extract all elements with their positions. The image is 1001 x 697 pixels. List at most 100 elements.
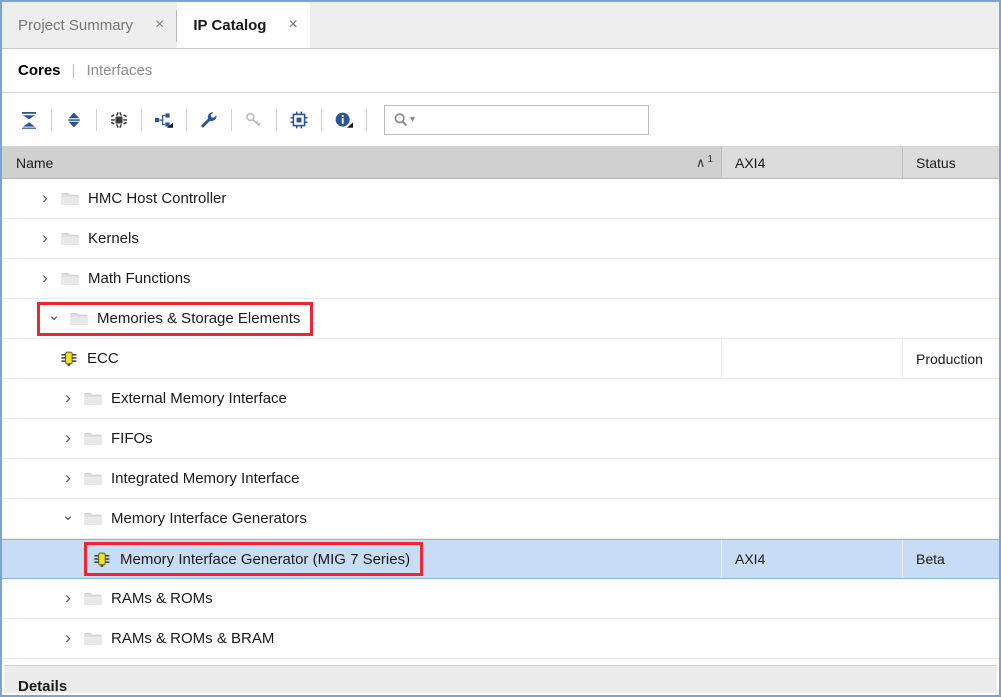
folder-icon — [61, 193, 79, 205]
folder-icon — [70, 313, 88, 325]
table-row[interactable]: › RAMs & ROMs & BRAM — [2, 619, 999, 659]
folder-icon — [84, 433, 102, 445]
chevron-down-icon[interactable]: ⌄ — [46, 308, 62, 323]
tree-node-label: Memory Interface Generators — [111, 510, 307, 527]
chevron-right-icon[interactable]: › — [60, 629, 76, 646]
chip-icon[interactable] — [284, 105, 314, 135]
details-label: Details — [18, 678, 68, 693]
close-icon[interactable]: × — [288, 17, 297, 33]
cell-status — [902, 499, 999, 538]
subtab-cores[interactable]: Cores — [18, 62, 61, 79]
tree-node-label: ECC — [87, 350, 119, 367]
wrench-icon[interactable] — [194, 105, 224, 135]
tree-node-label: Memories & Storage Elements — [97, 310, 301, 327]
tree-node-integrated-memory-interface[interactable]: › Integrated Memory Interface — [2, 459, 721, 498]
cell-axi4 — [721, 499, 902, 538]
sort-indicator[interactable]: ∧ 1 — [695, 154, 713, 170]
tree-node-rams-roms[interactable]: › RAMs & ROMs — [2, 579, 721, 618]
tree-node-label: Math Functions — [88, 270, 191, 287]
table-row[interactable]: ⌄ Memories & Storage Elements — [2, 299, 999, 339]
table-row[interactable]: › Math Functions — [2, 259, 999, 299]
folder-icon — [84, 631, 102, 646]
key-icon[interactable] — [239, 105, 269, 135]
table-row[interactable]: › Integrated Memory Interface — [2, 459, 999, 499]
tree-node-memory-interface-generator-mig-7-series[interactable]: ›Memory Interface Generator (MIG 7 Serie… — [2, 540, 721, 578]
expand-all-icon[interactable] — [59, 105, 89, 135]
info-icon[interactable] — [329, 105, 359, 135]
table-row[interactable]: ›ECC Production — [2, 339, 999, 379]
cell-status: Production — [902, 339, 999, 378]
chevron-right-icon[interactable]: › — [60, 389, 76, 406]
tree-node-rams-roms-bram[interactable]: › RAMs & ROMs & BRAM — [2, 619, 721, 658]
cell-axi4 — [721, 419, 902, 458]
cell-status — [902, 379, 999, 418]
chevron-right-icon[interactable]: › — [60, 589, 76, 606]
table-row[interactable]: › External Memory Interface — [2, 379, 999, 419]
tree-node-label: Integrated Memory Interface — [111, 470, 300, 487]
tree-node-label: RAMs & ROMs — [111, 590, 213, 607]
tree-node-label: FIFOs — [111, 430, 153, 447]
table-row[interactable]: › RAMs & ROMs — [2, 579, 999, 619]
tree-node-kernels[interactable]: › Kernels — [2, 219, 721, 258]
ip-core-icon — [94, 552, 110, 567]
cell-axi4 — [721, 379, 902, 418]
toolbar-separator — [276, 108, 277, 131]
column-header-axi4[interactable]: AXI4 — [721, 147, 902, 178]
toolbar-separator — [96, 108, 97, 131]
column-header-status-label: Status — [916, 154, 956, 171]
column-header-status[interactable]: Status — [902, 147, 999, 178]
cell-axi4 — [721, 219, 902, 258]
close-icon[interactable]: × — [155, 17, 164, 33]
ip-catalog-window: Project Summary × IP Catalog × Cores | I… — [0, 0, 1001, 697]
folder-icon — [84, 393, 102, 405]
search-dropdown-icon[interactable]: ▾ — [410, 114, 415, 125]
subtab-interfaces[interactable]: Interfaces — [86, 62, 152, 79]
tree-node-memory-interface-generators[interactable]: ⌄ Memory Interface Generators — [2, 499, 721, 538]
details-panel-bar: Details — [4, 665, 997, 693]
tree-node-fifos[interactable]: › FIFOs — [2, 419, 721, 458]
table-row[interactable]: › HMC Host Controller — [2, 179, 999, 219]
chevron-right-icon[interactable]: › — [60, 469, 76, 486]
tree-node-label: Kernels — [88, 230, 139, 247]
chevron-down-icon[interactable]: ⌄ — [60, 508, 76, 523]
chevron-right-icon[interactable]: › — [60, 429, 76, 446]
table-row[interactable]: ⌄ Memory Interface Generators — [2, 499, 999, 539]
tree-node-hmc-host-controller[interactable]: › HMC Host Controller — [2, 179, 721, 218]
column-header-name[interactable]: Name ∧ 1 — [2, 147, 721, 178]
tab-project-summary[interactable]: Project Summary × — [2, 2, 177, 48]
group-hierarchy-icon[interactable] — [149, 105, 179, 135]
cell-axi4: AXI4 — [721, 540, 902, 578]
tree-node-math-functions[interactable]: › Math Functions — [2, 259, 721, 298]
ip-core-icon — [61, 351, 77, 366]
search-input[interactable] — [419, 111, 648, 128]
tree-node-external-memory-interface[interactable]: › External Memory Interface — [2, 379, 721, 418]
chevron-right-icon[interactable]: › — [37, 229, 53, 246]
tree-node-label: External Memory Interface — [111, 390, 287, 407]
folder-icon — [61, 231, 79, 246]
catalog-toolbar: ▾ — [2, 93, 999, 147]
collapse-all-icon[interactable] — [14, 105, 44, 135]
tree-node-label: HMC Host Controller — [88, 190, 227, 207]
cell-status — [902, 179, 999, 218]
table-row[interactable]: › Kernels — [2, 219, 999, 259]
tree-node-content: › RAMs & ROMs & BRAM — [60, 629, 274, 647]
tree-node-memories-storage-elements[interactable]: ⌄ Memories & Storage Elements — [2, 299, 721, 338]
tab-ip-catalog[interactable]: IP Catalog × — [177, 2, 310, 48]
folder-icon — [84, 391, 102, 406]
tab-project-summary-label: Project Summary — [18, 16, 134, 34]
tree-node-content: › Integrated Memory Interface — [60, 469, 300, 487]
table-row[interactable]: › FIFOs — [2, 419, 999, 459]
tree-node-ecc[interactable]: ›ECC — [2, 339, 721, 378]
search-box[interactable]: ▾ — [384, 104, 649, 135]
cell-axi4 — [721, 579, 902, 618]
table-row[interactable]: ›Memory Interface Generator (MIG 7 Serie… — [2, 539, 999, 579]
chevron-right-icon[interactable]: › — [37, 269, 53, 286]
tab-strip: Project Summary × IP Catalog × — [2, 2, 999, 49]
cell-status — [902, 459, 999, 498]
cell-axi4 — [721, 339, 902, 378]
ip-settings-icon[interactable] — [104, 105, 134, 135]
table-header-row: Name ∧ 1 AXI4 Status — [2, 147, 999, 179]
folder-icon — [84, 511, 102, 526]
sort-caret-icon: ∧ — [695, 154, 706, 170]
chevron-right-icon[interactable]: › — [37, 189, 53, 206]
